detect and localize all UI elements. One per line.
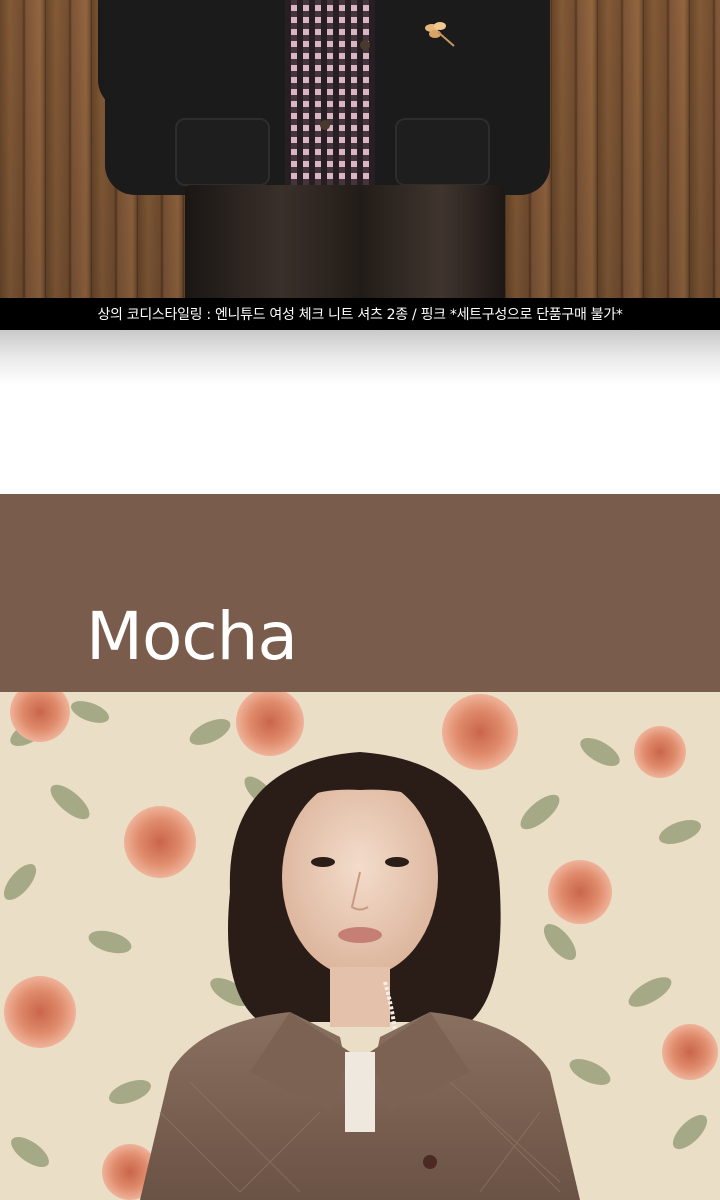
flower-brooch-icon [425, 22, 455, 47]
rose-wallpaper-scene [0, 692, 720, 1200]
jacket-button [423, 1155, 437, 1169]
inner-knit [345, 1052, 375, 1132]
shirt-button [320, 120, 330, 130]
section-spacer [0, 385, 720, 494]
styling-caption-bar: 상의 코디스타일링 : 엔니튜드 여성 체크 니트 셔츠 2종 / 핑크 *세트… [0, 298, 720, 330]
color-name-title: Mocha [86, 598, 298, 675]
eye-right [385, 857, 409, 867]
section-divider-shadow [0, 330, 720, 385]
black-leather-skirt [185, 185, 505, 298]
face [282, 777, 438, 977]
eye-left [311, 857, 335, 867]
jacket-pocket-left [175, 118, 270, 186]
jacket-button [360, 40, 370, 50]
pink-check-shirt [285, 0, 375, 185]
styling-caption-text: 상의 코디스타일링 : 엔니튜드 여성 체크 니트 셔츠 2종 / 핑크 *세트… [97, 307, 623, 323]
mocha-product-photo [0, 692, 720, 1200]
lips [338, 927, 382, 943]
top-product-photo [0, 0, 720, 298]
jacket-pocket-right [395, 118, 490, 186]
